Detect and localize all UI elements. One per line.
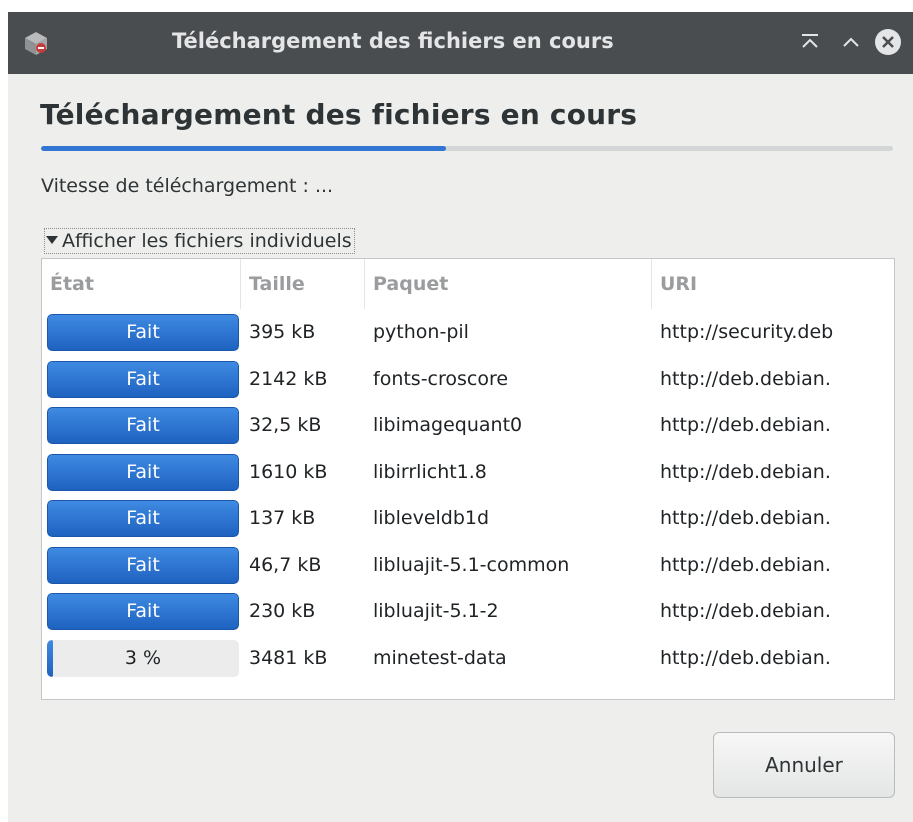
table-header: État Taille Paquet URI: [42, 259, 894, 309]
package-cell: libimagequant0: [373, 414, 523, 436]
table-row[interactable]: Fait 137 kB libleveldb1d http://deb.debian.: [42, 495, 894, 541]
uri-cell: http://deb.debian.: [660, 507, 831, 529]
triangle-down-icon: [46, 236, 58, 244]
status-label: Fait: [126, 600, 160, 622]
uri-cell: http://deb.debian.: [660, 460, 831, 483]
keep-above-icon[interactable]: [796, 28, 824, 56]
table-row[interactable]: Fait 46,7 kB libluajit-5.1-common http://de…: [42, 542, 894, 588]
package-cell: python-pil: [373, 321, 469, 343]
status-cell: Fait: [42, 356, 241, 402]
status-label: Fait: [126, 553, 160, 576]
size-cell: 2142 kB: [249, 367, 328, 390]
size-cell: 230 kB: [249, 600, 316, 622]
package-cell: libleveldb1d: [373, 507, 490, 529]
status-cell: 3 %: [42, 635, 241, 681]
package-cell: minetest-data: [373, 646, 507, 669]
table-row[interactable]: Fait 2142 kB fonts-croscore http://deb.debi…: [42, 356, 894, 402]
column-header-package[interactable]: Paquet: [365, 259, 652, 309]
status-cell: Fait: [42, 588, 241, 634]
size-cell: 137 kB: [249, 507, 316, 529]
table-row[interactable]: Fait 1610 kB libirrlicht1.8 http://deb.debi…: [42, 449, 894, 495]
package-cell: libluajit-5.1-common: [373, 553, 570, 576]
table-row[interactable]: Fait 395 kB python-pil http://security.deb: [42, 309, 894, 355]
file-progress-bar: Fait: [47, 453, 239, 491]
status-label: Fait: [126, 367, 160, 390]
file-progress-bar: 3 %: [47, 639, 239, 677]
expander-label: Afficher les fichiers individuels: [62, 230, 352, 252]
status-label: Fait: [126, 414, 160, 436]
package-cell: fonts-croscore: [373, 367, 509, 390]
table-row[interactable]: Fait 230 kB libluajit-5.1-2 http://deb.debi…: [42, 588, 894, 634]
uri-cell: http://deb.debian.: [660, 414, 831, 436]
status-label: Fait: [126, 507, 160, 529]
files-table[interactable]: État Taille Paquet URI Fait 395 kB python-…: [41, 258, 895, 700]
window-title: Téléchargement des fichiers en cours: [172, 29, 614, 53]
uri-cell: http://security.deb: [660, 321, 834, 343]
status-label: Fait: [126, 321, 160, 343]
show-files-expander[interactable]: Afficher les fichiers individuels: [44, 228, 355, 254]
table-row[interactable]: 3 % 3481 kB minetest-data http://deb.debian…: [42, 635, 894, 681]
page-title: Téléchargement des fichiers en cours: [40, 98, 638, 131]
status-cell: Fait: [42, 449, 241, 495]
overall-progress-bar: [41, 146, 893, 151]
size-cell: 32,5 kB: [249, 414, 322, 436]
size-cell: 395 kB: [249, 321, 316, 343]
file-progress-bar: Fait: [47, 407, 239, 444]
cancel-button[interactable]: Annuler: [713, 732, 895, 798]
package-cell: libirrlicht1.8: [373, 460, 487, 483]
uri-cell: http://deb.debian.: [660, 600, 831, 622]
download-dialog: Téléchargement des fichiers en cours Tél…: [8, 12, 913, 822]
close-icon[interactable]: [874, 28, 902, 56]
package-cell: libluajit-5.1-2: [373, 600, 499, 622]
uri-cell: http://deb.debian.: [660, 646, 831, 669]
file-progress-bar: Fait: [47, 360, 239, 398]
file-progress-bar: Fait: [47, 593, 239, 630]
status-cell: Fait: [42, 542, 241, 588]
size-cell: 1610 kB: [249, 460, 328, 483]
maximize-icon[interactable]: [837, 28, 865, 56]
status-cell: Fait: [42, 495, 241, 541]
status-cell: Fait: [42, 309, 241, 355]
column-header-status[interactable]: État: [42, 259, 241, 309]
column-header-size[interactable]: Taille: [241, 259, 365, 309]
title-bar[interactable]: Téléchargement des fichiers en cours: [8, 12, 913, 74]
overall-progress-fill: [41, 146, 446, 151]
download-speed-label: Vitesse de téléchargement : ...: [41, 175, 334, 197]
table-row[interactable]: Fait 32,5 kB libimagequant0 http://deb.debi…: [42, 402, 894, 448]
status-label: Fait: [126, 460, 160, 483]
file-progress-bar: Fait: [47, 546, 239, 584]
column-header-uri[interactable]: URI: [652, 259, 894, 309]
size-cell: 46,7 kB: [249, 553, 322, 576]
file-progress-bar: Fait: [47, 500, 239, 537]
size-cell: 3481 kB: [249, 646, 328, 669]
uri-cell: http://deb.debian.: [660, 367, 831, 390]
package-manager-icon: [22, 28, 50, 56]
file-progress-bar: Fait: [47, 314, 239, 351]
status-label: 3 %: [124, 646, 162, 669]
uri-cell: http://deb.debian.: [660, 553, 831, 576]
status-cell: Fait: [42, 402, 241, 448]
